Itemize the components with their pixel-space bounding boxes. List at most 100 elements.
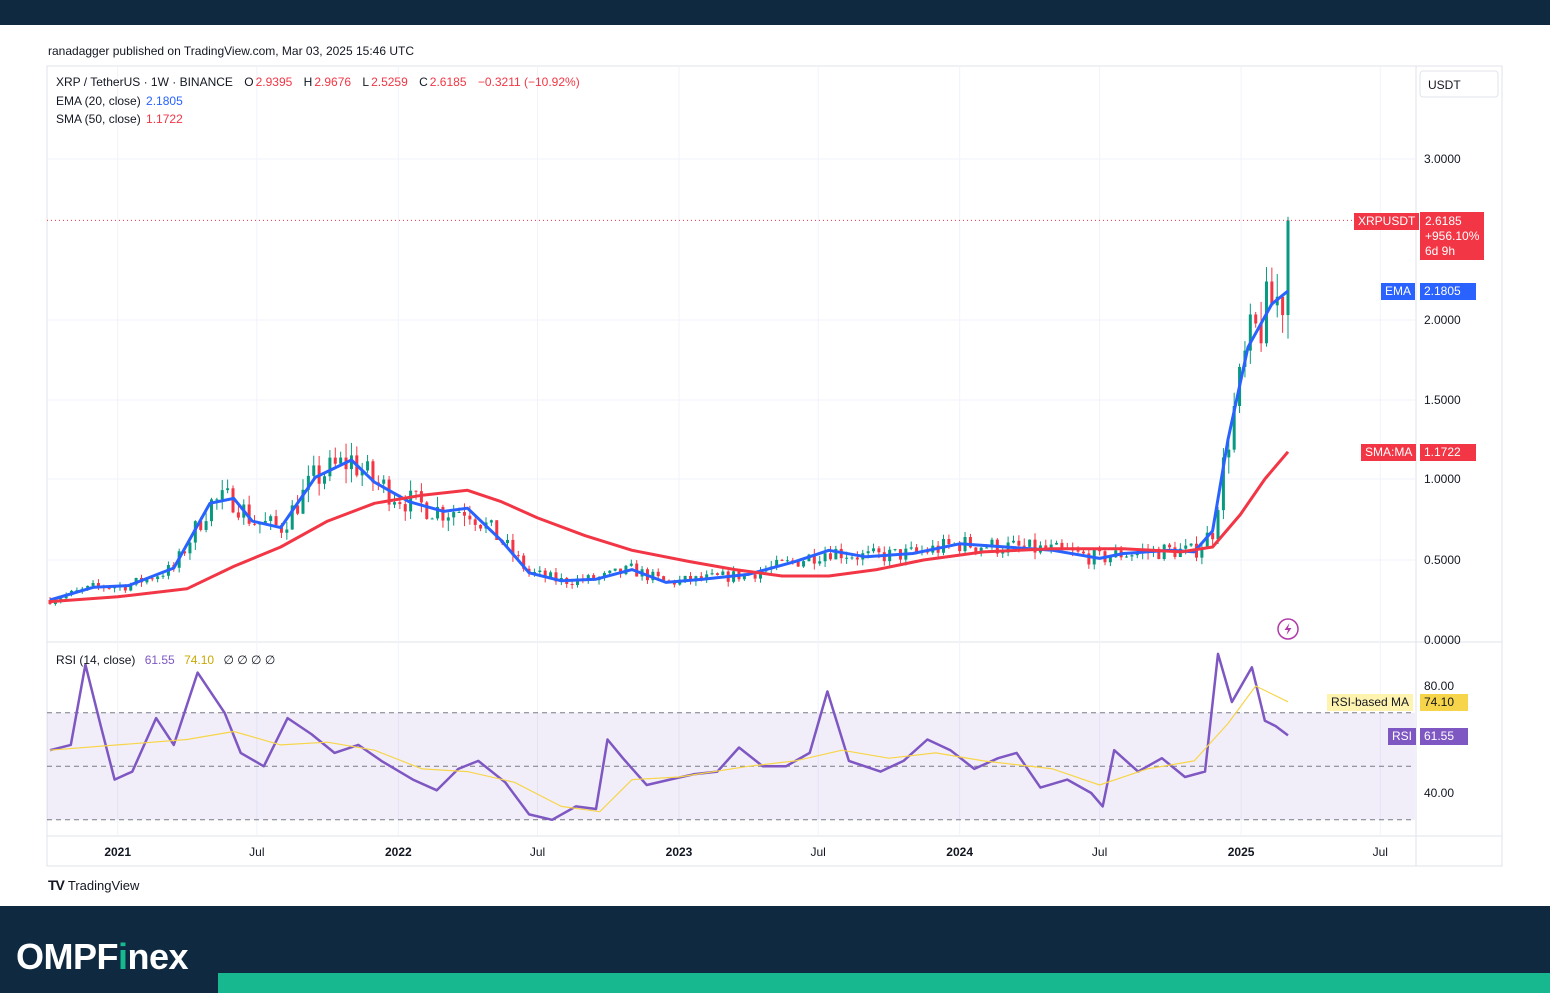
- candle-body: [253, 523, 257, 525]
- time-tick-label: Jul: [1373, 845, 1388, 859]
- candle-body: [850, 557, 854, 559]
- candle-body: [1189, 543, 1193, 546]
- time-tick-label: 2024: [946, 845, 973, 859]
- candle-body: [236, 512, 240, 518]
- candle-body: [1130, 555, 1134, 557]
- candle-body: [204, 521, 208, 530]
- candle-body: [780, 559, 784, 561]
- candle-body: [613, 568, 617, 571]
- price-tick-label: 1.0000: [1424, 472, 1461, 486]
- candle-body: [441, 506, 445, 521]
- candle-body: [1281, 296, 1285, 316]
- candle-body: [91, 583, 95, 586]
- rsi-tick-label: 80.00: [1424, 679, 1454, 693]
- rsi-ma-value: 74.10: [1420, 694, 1468, 711]
- candle-body: [462, 511, 466, 516]
- price-tick-label: 3.0000: [1424, 152, 1461, 166]
- candle-body: [156, 576, 160, 580]
- rsi-tag: RSI: [1388, 728, 1417, 745]
- candle-body: [150, 578, 154, 580]
- price-tick-label: 0.0000: [1424, 633, 1461, 647]
- candle-body: [974, 547, 978, 552]
- candle-body: [1168, 544, 1172, 548]
- candle-body: [818, 561, 822, 564]
- last-price-box: 2.6185 +956.10% 6d 9h: [1420, 212, 1484, 260]
- candle-body: [909, 547, 913, 549]
- ema-price-value: 2.1805: [1420, 283, 1476, 300]
- candle-body: [715, 573, 719, 575]
- rsi-value: 61.55: [1420, 728, 1468, 745]
- candle-body: [323, 476, 327, 484]
- sma-legend[interactable]: SMA (50, close) 1.1722: [56, 112, 185, 126]
- candle-body: [1055, 542, 1059, 545]
- candle-body: [1286, 220, 1290, 316]
- tradingview-logo-icon: TV: [48, 877, 65, 893]
- time-tick-label: Jul: [1092, 845, 1107, 859]
- candle-body: [1022, 545, 1026, 547]
- candle-body: [985, 547, 989, 549]
- candle-body: [107, 588, 111, 590]
- candle-body: [220, 490, 224, 500]
- low-value: 2.5259: [371, 75, 408, 89]
- high-label: H: [303, 75, 313, 89]
- low-label: L: [362, 75, 370, 89]
- ema-legend[interactable]: EMA (20, close) 2.1805: [56, 94, 185, 108]
- candle-body: [188, 542, 192, 554]
- sma-legend-value: 1.1722: [146, 112, 183, 126]
- candle-body: [274, 516, 278, 526]
- candle-body: [753, 574, 757, 579]
- sma-price-tag: SMA:MA: [1361, 444, 1417, 461]
- candle-body: [382, 479, 386, 484]
- candle-body: [855, 557, 859, 560]
- rsi-legend[interactable]: RSI (14, close) 61.55 74.10 ∅ ∅ ∅ ∅: [56, 653, 277, 667]
- candle-body: [506, 539, 510, 544]
- symbol-price-tag: XRPUSDT: [1354, 213, 1420, 230]
- candle-body: [1227, 449, 1231, 458]
- lightning-icon[interactable]: [1277, 618, 1299, 640]
- open-value: 2.9395: [255, 75, 293, 89]
- tradingview-logo-text: TradingView: [67, 877, 140, 893]
- symbol-name[interactable]: XRP / TetherUS · 1W · BINANCE: [56, 75, 233, 89]
- rsi-ma-tag: RSI-based MA: [1327, 694, 1414, 711]
- price-tick-label: 0.5000: [1424, 553, 1461, 567]
- candle-body: [414, 490, 418, 492]
- close-label: C: [419, 75, 428, 89]
- candle-body: [333, 457, 337, 464]
- candle-body: [538, 570, 542, 572]
- sma-legend-label: SMA (50, close): [56, 112, 141, 126]
- candle-body: [608, 570, 612, 573]
- tradingview-logo[interactable]: TV TradingView: [48, 877, 139, 893]
- time-tick-label: 2023: [666, 845, 693, 859]
- time-tick-label: Jul: [249, 845, 264, 859]
- candle-body: [161, 575, 165, 577]
- candle-body: [1028, 539, 1032, 547]
- rsi-legend-value: 61.55: [144, 653, 175, 667]
- candle-body: [226, 488, 230, 491]
- time-tick-label: 2021: [104, 845, 131, 859]
- rsi-legend-extras: ∅ ∅ ∅ ∅: [223, 653, 276, 667]
- candle-body: [1076, 550, 1080, 552]
- close-value: 2.6185: [429, 75, 467, 89]
- candle-body: [269, 516, 273, 521]
- price-tick-label: 2.0000: [1424, 313, 1461, 327]
- candle-body: [489, 520, 493, 523]
- candle-body: [339, 457, 343, 464]
- candle-body: [1254, 314, 1258, 324]
- open-label: O: [244, 75, 254, 89]
- candle-body: [656, 571, 660, 577]
- candle-body: [866, 551, 870, 554]
- chart-canvas[interactable]: 3.0000 2.0000 1.5000 1.0000 0.5000 0.0000 80.0…: [0, 0, 1550, 900]
- candle-body: [828, 553, 832, 560]
- candle-body: [1060, 542, 1064, 548]
- candle-body: [479, 524, 483, 529]
- sma-price-value: 1.1722: [1420, 444, 1476, 461]
- candle-body: [328, 457, 332, 477]
- candle-body: [398, 502, 402, 505]
- candle-body: [452, 512, 456, 518]
- bar-countdown: 6d 9h: [1425, 244, 1456, 258]
- last-price: 2.6185: [1425, 214, 1462, 228]
- candle-body: [457, 511, 461, 513]
- candle-body: [845, 557, 849, 559]
- time-tick-label: 2025: [1228, 845, 1255, 859]
- time-axis-ticks: 2021 Jul 2022 Jul 2023 Jul 2024 Jul 2025 Jul: [104, 845, 1388, 859]
